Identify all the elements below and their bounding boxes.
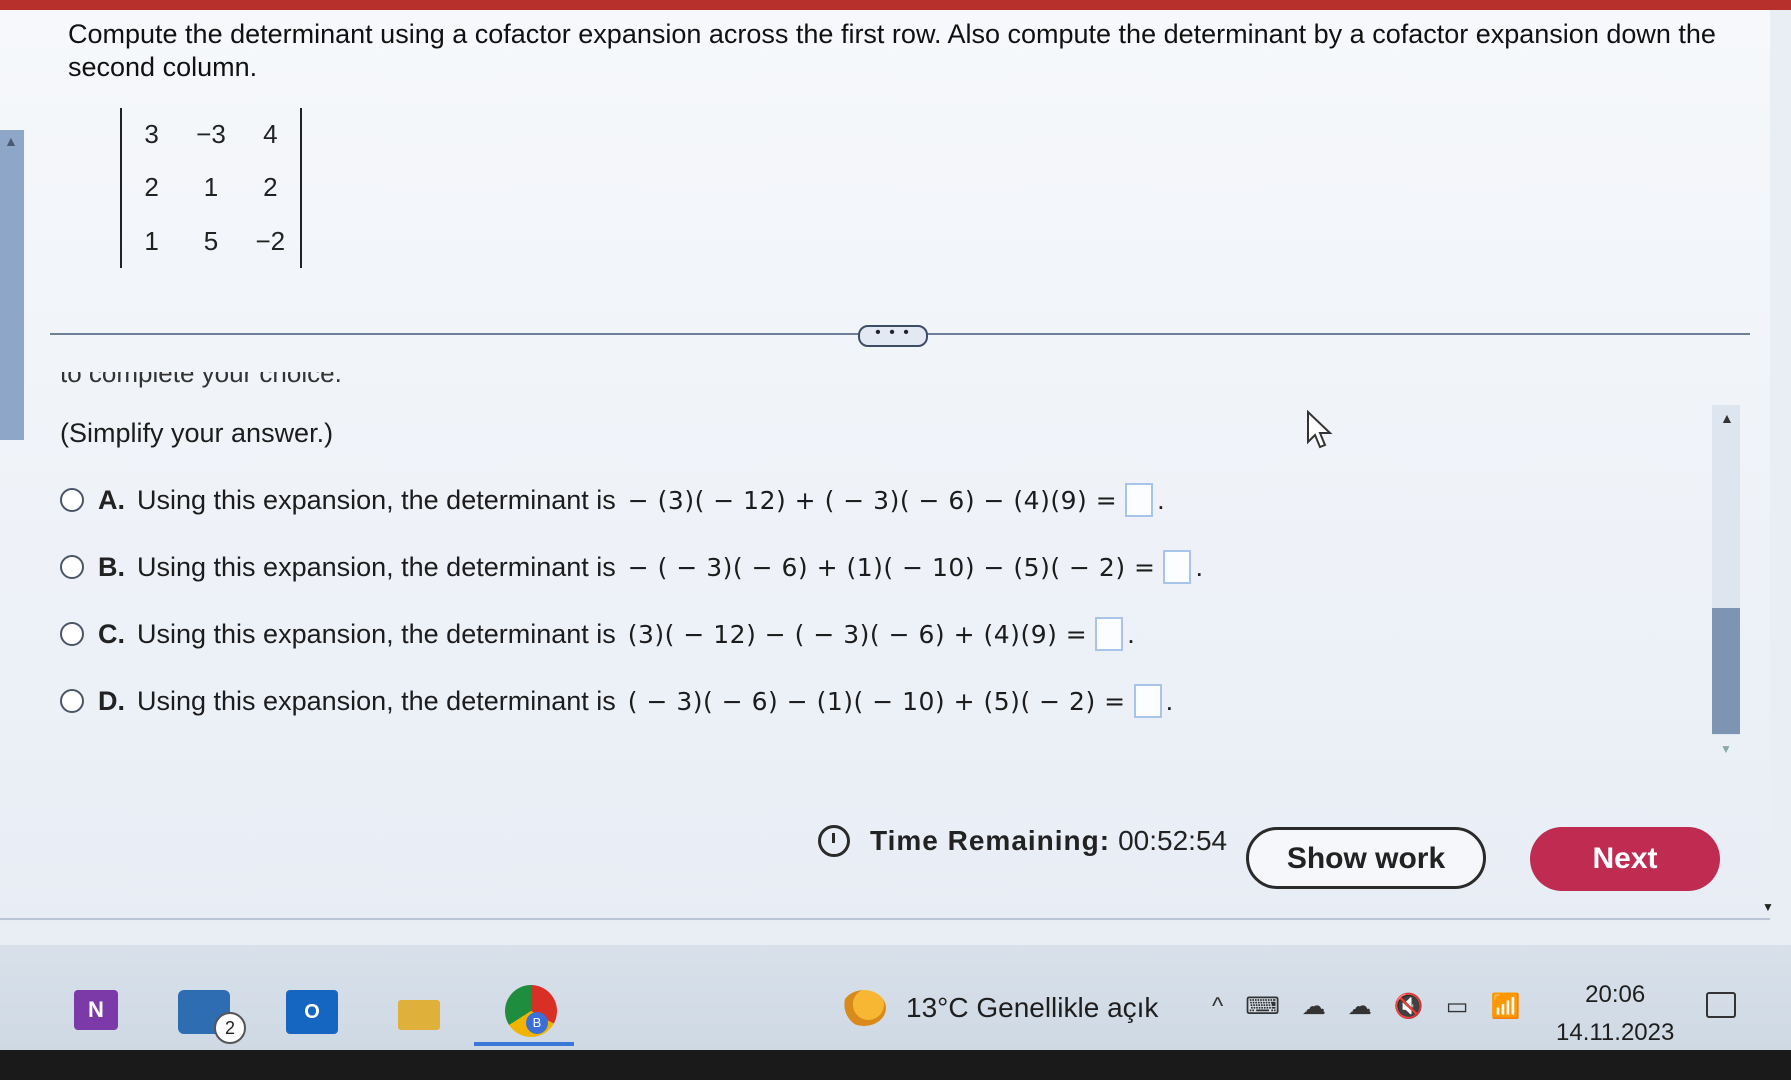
next-button[interactable]: Next <box>1530 827 1720 891</box>
wifi-icon[interactable]: 📶 <box>1490 992 1520 1021</box>
option-d[interactable]: D. Using this expansion, the determinant… <box>60 676 1173 726</box>
question-text: Compute the determinant using a cofactor… <box>68 19 1716 82</box>
option-expression: ( − 3)( − 6) − (1)( − 10) + (5)( − 2) = <box>627 686 1126 716</box>
determinant-matrix: 3 −3 4 2 1 2 1 5 −2 <box>120 108 302 268</box>
matrix-cell: 4 <box>263 119 278 150</box>
system-tray: ^ ⌨ ☁ ☁ 🔇 ▭ 📶 <box>1212 992 1520 1021</box>
battery-icon[interactable]: ▭ <box>1446 992 1469 1021</box>
radio-button-c[interactable] <box>60 622 84 646</box>
active-app-indicator <box>474 1042 574 1046</box>
answer-input-d[interactable] <box>1133 684 1162 718</box>
option-expression: − (3)( − 12) + ( − 3)( − 6) − (4)(9) = <box>627 485 1118 515</box>
option-expression: − ( − 3)( − 6) + (1)( − 10) − (5)( − 2) … <box>627 552 1156 582</box>
cloud-icon[interactable]: ☁ <box>1348 992 1372 1021</box>
onedrive-icon[interactable]: ☁ <box>1302 992 1326 1021</box>
options-scrollbar-thumb[interactable] <box>1712 608 1740 734</box>
screen-bezel <box>0 1050 1791 1080</box>
answer-input-a[interactable] <box>1125 483 1154 517</box>
show-hidden-icons-icon[interactable]: ^ <box>1212 993 1223 1021</box>
weather-icon[interactable] <box>842 990 886 1026</box>
answer-input-c[interactable] <box>1095 617 1124 651</box>
footer-divider <box>0 918 1770 920</box>
clock-date: 14.11.2023 <box>1556 1019 1675 1046</box>
simplify-note: (Simplify your answer.) <box>60 418 334 448</box>
option-text: Using this expansion, the determinant is <box>137 551 616 582</box>
show-work-button[interactable]: Show work <box>1246 827 1486 889</box>
volume-muted-icon[interactable]: 🔇 <box>1394 992 1424 1021</box>
radio-button-b[interactable] <box>60 555 84 579</box>
option-text: Using this expansion, the determinant is <box>137 484 616 515</box>
matrix-cell: −3 <box>196 119 226 150</box>
windows-taskbar <box>0 945 1791 1050</box>
expand-more-button[interactable]: • • • <box>858 325 928 347</box>
top-bar <box>0 0 1791 10</box>
clock-icon <box>818 825 850 857</box>
option-letter: A. <box>98 484 125 515</box>
scroll-up-arrow-icon[interactable]: ▲ <box>1720 410 1734 426</box>
notification-center-icon[interactable] <box>1706 992 1736 1018</box>
matrix-cell: −2 <box>255 225 286 256</box>
mouse-cursor-icon <box>1307 410 1333 449</box>
option-letter: C. <box>98 618 125 649</box>
answer-input-b[interactable] <box>1163 550 1192 584</box>
keyboard-icon[interactable]: ⌨ <box>1245 992 1280 1021</box>
clock-time: 20:06 <box>1585 981 1646 1008</box>
timer-label: Time Remaining: <box>870 825 1111 856</box>
option-c[interactable]: C. Using this expansion, the determinant… <box>60 609 1135 659</box>
option-text: Using this expansion, the determinant is <box>137 685 616 716</box>
weather-text[interactable]: 13°C Genellikle açık <box>906 992 1158 1024</box>
option-text: Using this expansion, the determinant is <box>137 618 616 649</box>
option-b[interactable]: B. Using this expansion, the determinant… <box>60 542 1203 592</box>
matrix-cell: 1 <box>203 172 219 203</box>
timer-value: 00:52:54 <box>1118 825 1228 856</box>
time-remaining: Time Remaining: 00:52:54 <box>818 825 1227 857</box>
page-scroll-down-arrow-icon[interactable]: ▼ <box>1762 900 1774 914</box>
scroll-down-arrow-icon[interactable]: ▼ <box>1720 742 1732 756</box>
option-expression: (3)( − 12) − ( − 3)( − 6) + (4)(9) = <box>627 619 1088 649</box>
option-letter: B. <box>98 551 125 582</box>
taskbar-clock[interactable]: 20:06 14.11.2023 <box>1556 976 1674 1052</box>
option-a[interactable]: A. Using this expansion, the determinant… <box>60 475 1165 525</box>
outlook-app-icon[interactable]: O <box>286 990 338 1034</box>
matrix-cell: 2 <box>144 172 159 203</box>
file-explorer-icon[interactable] <box>398 1000 440 1030</box>
matrix-cell: 5 <box>203 225 219 256</box>
onenote-app-icon[interactable]: N <box>74 990 118 1030</box>
left-up-arrow-icon[interactable]: ▲ <box>4 133 18 149</box>
radio-button-a[interactable] <box>60 488 84 512</box>
chrome-profile-badge: B <box>526 1012 548 1034</box>
mail-badge: 2 <box>214 1012 246 1044</box>
radio-button-d[interactable] <box>60 689 84 713</box>
matrix-cell: 2 <box>263 172 278 203</box>
left-scroll-rail[interactable] <box>0 130 24 440</box>
matrix-cell: 1 <box>144 225 159 256</box>
option-letter: D. <box>98 685 125 716</box>
matrix-cell: 3 <box>144 119 159 150</box>
